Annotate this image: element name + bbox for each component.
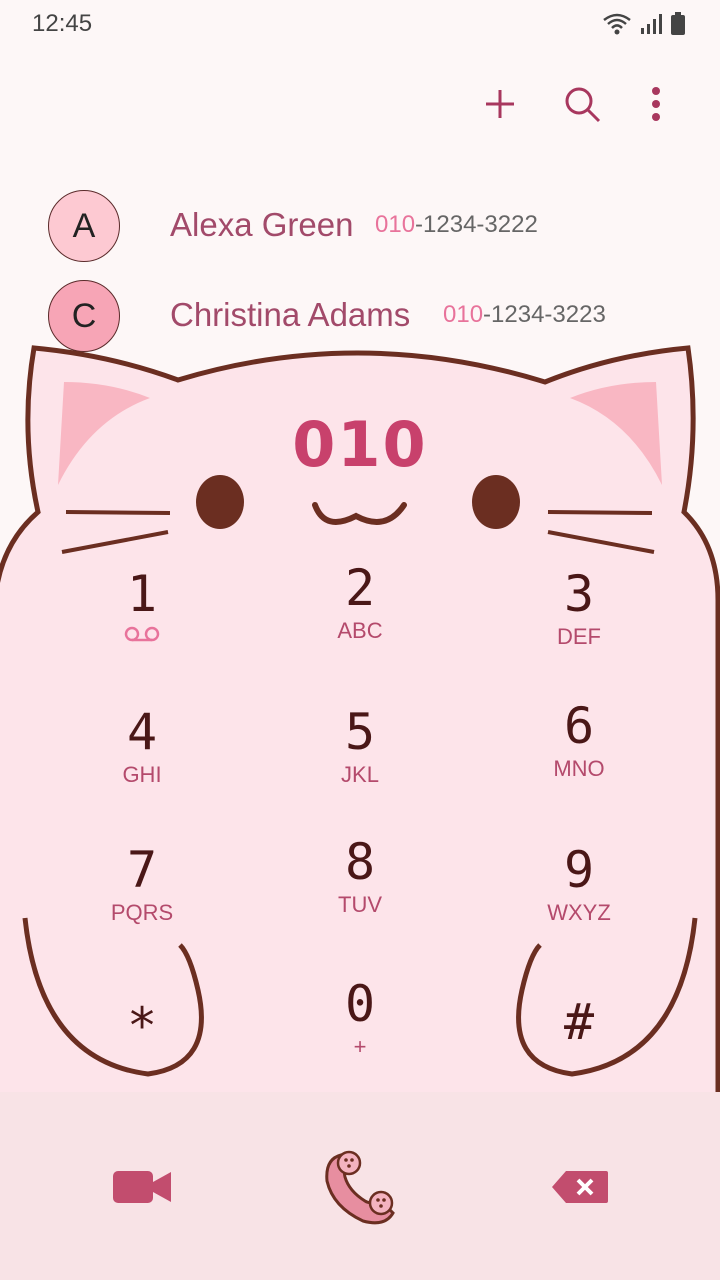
key-letters: ABC — [337, 618, 383, 643]
dial-key-hash[interactable]: # — [479, 994, 679, 1104]
key-digit: 6 — [563, 697, 595, 755]
number-rest: -1234-3222 — [415, 211, 538, 238]
key-digit: 4 — [126, 703, 158, 761]
contact-number: 010-1234-3223 — [443, 301, 606, 329]
dial-key-1[interactable]: 1 — [42, 566, 242, 676]
add-contact-button[interactable] — [474, 78, 526, 130]
more-vert-icon — [652, 87, 660, 121]
key-letters: MNO — [553, 756, 605, 781]
contact-name: Christina Adams — [170, 296, 411, 333]
dial-key-4[interactable]: 4 GHI — [42, 704, 242, 814]
key-digit: 5 — [344, 703, 376, 761]
wifi-icon — [603, 13, 631, 35]
call-button[interactable] — [305, 1138, 415, 1238]
dial-key-9[interactable]: 9 WXYZ — [479, 842, 679, 952]
key-digit: * — [126, 997, 158, 1055]
contact-suggestion-row[interactable]: A Alexa Green 010-1234-3222 — [0, 186, 720, 266]
key-digit: 9 — [563, 841, 595, 899]
number-rest: -1234-3223 — [483, 301, 606, 328]
plus-icon — [486, 90, 514, 118]
number-match: 010 — [375, 211, 416, 238]
key-letters: DEF — [557, 624, 601, 649]
signal-icon — [641, 14, 662, 34]
key-letters: PQRS — [110, 900, 174, 925]
backspace-icon — [552, 1171, 608, 1203]
key-letters: TUV — [338, 892, 382, 917]
avatar: A — [48, 190, 120, 262]
key-digit: 3 — [563, 565, 595, 623]
backspace-button[interactable] — [540, 1152, 620, 1222]
key-letters: + — [353, 1034, 367, 1059]
video-call-icon — [113, 1171, 171, 1203]
phone-call-icon — [325, 1150, 395, 1225]
dial-key-8[interactable]: 8 TUV — [260, 834, 460, 944]
contact-number: 010-1234-3222 — [375, 211, 538, 239]
key-letters: GHI — [122, 762, 162, 787]
dial-key-2[interactable]: 2 ABC — [260, 560, 460, 670]
key-letters: JKL — [341, 762, 379, 787]
key-digit: # — [563, 993, 595, 1051]
search-icon — [565, 87, 601, 123]
status-bar: 12:45 — [0, 0, 720, 50]
dial-key-5[interactable]: 5 JKL — [260, 704, 460, 814]
key-digit: 0 — [344, 975, 376, 1033]
dial-key-7[interactable]: 7 PQRS — [42, 842, 242, 952]
key-letters: WXYZ — [547, 900, 611, 925]
voicemail-icon — [42, 624, 242, 650]
dial-key-3[interactable]: 3 DEF — [479, 566, 679, 676]
status-icons — [602, 12, 686, 36]
more-options-button[interactable] — [630, 78, 682, 130]
contact-name: Alexa Green — [170, 206, 354, 243]
dialer-action-bar — [0, 1092, 720, 1280]
key-digit: 1 — [126, 565, 158, 623]
key-digit: 7 — [126, 841, 158, 899]
key-digit: 8 — [344, 833, 376, 891]
dial-key-6[interactable]: 6 MNO — [479, 698, 679, 808]
key-digit: 2 — [344, 559, 376, 617]
video-call-button[interactable] — [100, 1152, 184, 1222]
status-time: 12:45 — [32, 10, 93, 37]
entered-number-display: 010 — [292, 408, 428, 481]
search-button[interactable] — [556, 78, 608, 130]
number-match: 010 — [443, 301, 484, 328]
battery-icon — [671, 12, 685, 35]
dial-key-0[interactable]: 0 + — [260, 976, 460, 1086]
